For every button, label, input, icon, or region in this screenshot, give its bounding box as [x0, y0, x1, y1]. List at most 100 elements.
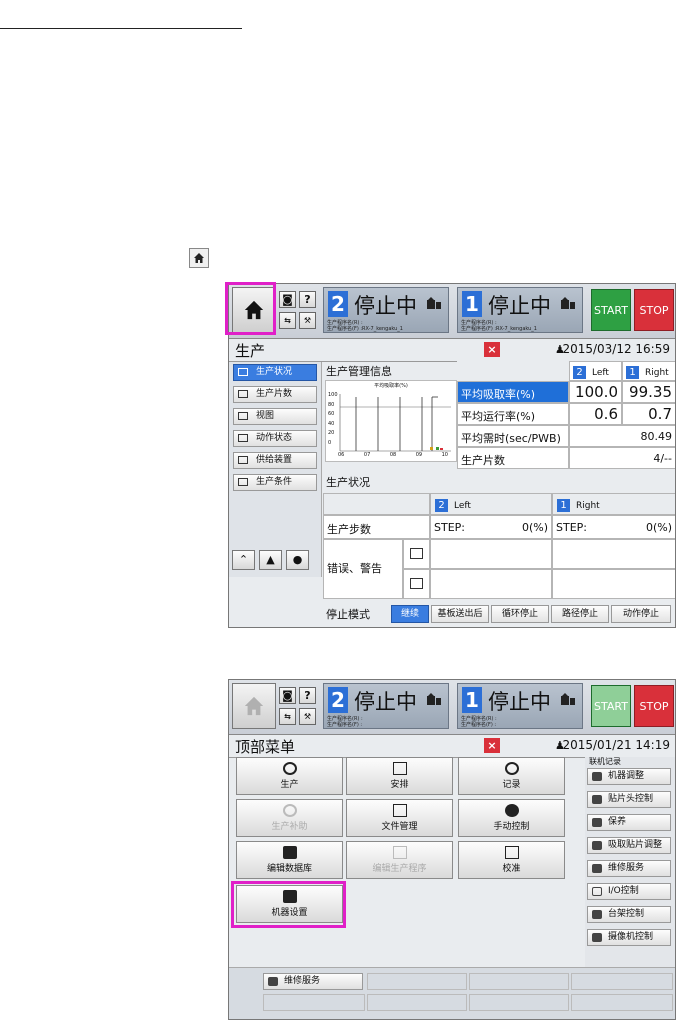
stop-mode-motion[interactable]: 动作停止 [611, 605, 671, 623]
warning-button[interactable]: ▲ [259, 550, 282, 570]
page-title: 顶部菜单 [235, 738, 296, 756]
tool-icon[interactable]: ⚒ [299, 708, 316, 725]
assist-icon [283, 804, 297, 817]
stop-button[interactable]: STOP [634, 685, 674, 727]
title-bar: 生产 × ♟ 2015/03/12 16:59 [229, 339, 675, 362]
menu-file-management[interactable]: 文件管理 [346, 799, 453, 837]
error-left [430, 539, 552, 569]
error-icon-cell[interactable] [403, 539, 430, 569]
col-header-right: 1 Right [622, 361, 675, 381]
status-panel-lane-2[interactable]: 2 停止中 生产程序名(R) : 生产程序名(F) :RX-7_kengaku_… [323, 287, 449, 333]
lane-status: 停止中 [354, 294, 417, 318]
io-icon [592, 887, 602, 896]
service-icon [592, 864, 602, 873]
side-pickup-adjust[interactable]: 吸取贴片调整 [587, 837, 671, 854]
nav-production-conditions[interactable]: 生产条件 [233, 474, 317, 491]
warning-icon-cell[interactable] [403, 569, 430, 599]
nav-feeder[interactable]: 供给装置 [233, 452, 317, 469]
stop-mode-label: 停止模式 [326, 608, 370, 621]
edit-program-icon [393, 846, 407, 859]
menu-production[interactable]: 生产 [236, 757, 343, 795]
lane-status: 停止中 [488, 294, 551, 318]
display-icon[interactable]: ◙ [279, 291, 296, 308]
stop-mode-path[interactable]: 路径停止 [551, 605, 609, 623]
menu-edit-program[interactable]: 编辑生产程序 [346, 841, 453, 879]
lane-number: 1 [462, 291, 482, 317]
stage-icon [592, 910, 602, 919]
home-icon-reference [189, 248, 209, 268]
row-label-running: 平均运行率(%) [457, 403, 569, 425]
side-stage-control[interactable]: 台架控制 [587, 906, 671, 923]
row-label-cycle: 平均需时(sec/PWB) [457, 425, 569, 447]
maintenance-icon [592, 818, 602, 827]
side-io-control[interactable]: I/O控制 [587, 883, 671, 900]
side-repair-service[interactable]: 维修服务 [587, 860, 671, 877]
title-bar: 顶部菜单 × ♟ 2015/01/21 14:19 [229, 735, 675, 758]
row-value-cycle: 80.49 [569, 425, 675, 447]
datetime: 2015/03/12 16:59 [562, 342, 670, 356]
header-rule [0, 28, 242, 29]
status-col-right: 1 Right [552, 493, 675, 515]
display-icon[interactable]: ◙ [279, 687, 296, 704]
step-right: STEP: 0(%) [552, 515, 675, 539]
warning-left [430, 569, 552, 599]
nav-motion-status[interactable]: 动作状态 [233, 430, 317, 447]
row-value-left: 100.0 [569, 381, 622, 403]
nav-view[interactable]: 视图 [233, 408, 317, 425]
feeder-icon [238, 456, 248, 464]
table-corner [457, 361, 569, 381]
error-label: 错误、警告 [323, 539, 403, 599]
tool-icon[interactable]: ⚒ [299, 312, 316, 329]
left-nav: 生产状况 生产片数 视图 动作状态 供给装置 生产条件 [229, 362, 322, 577]
manual-control-icon [505, 804, 519, 817]
mail-icon [238, 368, 248, 376]
top-toolbar: ◙ ? ⇆ ⚒ 2 停止中 生产程序名(R) : 生产程序名(F) : 1 停止… [229, 680, 675, 735]
menu-manual-control[interactable]: 手动控制 [458, 799, 565, 837]
row-value-left: 0.6 [569, 403, 622, 425]
status-panel-lane-2[interactable]: 2 停止中 生产程序名(R) : 生产程序名(F) : [323, 683, 449, 729]
top-toolbar: ◙ ? ⇆ ⚒ 2 停止中 生产程序名(R) : 生产程序名(F) :RX-7_… [229, 284, 675, 339]
user-switch-icon[interactable]: ⇆ [279, 708, 296, 725]
user-switch-icon[interactable]: ⇆ [279, 312, 296, 329]
home-button[interactable] [232, 683, 276, 729]
bottom-slot [469, 994, 569, 1011]
help-icon[interactable]: ? [299, 291, 316, 308]
clock-icon [505, 762, 519, 775]
start-button[interactable]: START [591, 289, 631, 331]
machine-icon [427, 693, 441, 705]
menu-schedule[interactable]: 安排 [346, 757, 453, 795]
stop-button[interactable]: STOP [634, 289, 674, 331]
row-value-right: 99.35 [622, 381, 675, 403]
lane-number: 2 [328, 687, 348, 713]
lane-status: 停止中 [488, 690, 551, 714]
camera-icon [592, 933, 602, 942]
file-icon [393, 804, 407, 817]
status-panel-lane-1[interactable]: 1 停止中 生产程序名(R) : 生产程序名(F) :RX-7_kengaku_… [457, 287, 583, 333]
close-button[interactable]: × [484, 342, 500, 357]
collapse-button[interactable]: ⌃ [232, 550, 255, 570]
menu-calibration[interactable]: 校准 [458, 841, 565, 879]
side-head-control[interactable]: 贴片头控制 [587, 791, 671, 808]
motion-icon [238, 434, 248, 442]
menu-edit-database[interactable]: 编辑数据库 [236, 841, 343, 879]
adjust-icon [592, 772, 602, 781]
status-panel-lane-1[interactable]: 1 停止中 生产程序名(R) : 生产程序名(F) : [457, 683, 583, 729]
stop-mode-after-board[interactable]: 基板送出后 [431, 605, 489, 623]
info-button[interactable]: ● [286, 550, 309, 570]
stop-mode-continue[interactable]: 继续 [391, 605, 429, 623]
help-icon[interactable]: ? [299, 687, 316, 704]
bottom-slot [571, 994, 673, 1011]
nav-production-status[interactable]: 生产状况 [233, 364, 317, 381]
side-maintenance[interactable]: 保养 [587, 814, 671, 831]
menu-log[interactable]: 记录 [458, 757, 565, 795]
side-camera-control[interactable]: 摄像机控制 [587, 929, 671, 946]
close-button[interactable]: × [484, 738, 500, 753]
side-machine-adjust[interactable]: 机器调整 [587, 768, 671, 785]
menu-production-assist[interactable]: 生产补助 [236, 799, 343, 837]
start-button[interactable]: START [591, 685, 631, 727]
stop-mode-cycle[interactable]: 循环停止 [491, 605, 549, 623]
nav-production-count[interactable]: 生产片数 [233, 386, 317, 403]
highlight-machine-settings [231, 881, 346, 928]
bottom-repair-service[interactable]: 维修服务 [263, 973, 363, 990]
person-icon [238, 412, 248, 420]
